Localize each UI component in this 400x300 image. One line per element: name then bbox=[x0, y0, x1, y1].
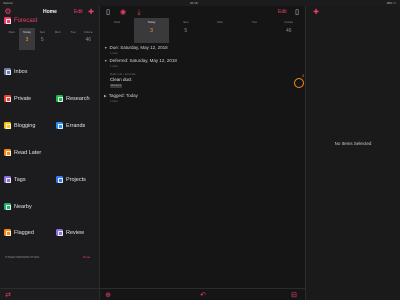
section-tagged-count: 1 item bbox=[110, 99, 119, 103]
forecast-day-future[interactable]: Future 46 bbox=[81, 28, 96, 50]
undo-icon[interactable]: ↶ bbox=[199, 291, 207, 299]
forecast-day-mon[interactable]: Mon bbox=[50, 28, 65, 50]
review-icon bbox=[56, 229, 63, 236]
main-day-future[interactable]: Future 46 bbox=[272, 18, 306, 43]
main-forecast-strip: Past Today 3 Sun 5 Mon Tue Future 46 bbox=[100, 18, 306, 43]
task-meta: Daily Life • Errands bbox=[110, 72, 136, 76]
main-bottom-toolbar: ⊕ ↶ ⊟ bbox=[100, 288, 306, 300]
sidebar-bottom-toolbar: ⇄ bbox=[0, 288, 99, 300]
sidebar-item-flagged[interactable]: Flagged bbox=[4, 229, 34, 236]
main-pane: ▯ ◉ ⤓ Edit ▯ Past Today 3 Sun 5 Mon Tue Fu… bbox=[100, 6, 306, 300]
other-perspectives-done-button[interactable]: Done bbox=[83, 255, 90, 259]
sidebar-item-errands[interactable]: Errands bbox=[56, 122, 85, 129]
inbox-tray-icon[interactable]: ⊟ bbox=[290, 291, 298, 299]
pin-icon[interactable]: ✚ bbox=[312, 8, 320, 16]
inspector-empty-message: No Items Selected bbox=[334, 141, 372, 146]
sidebar-item-tags[interactable]: Tags bbox=[4, 176, 26, 183]
inbox-icon bbox=[4, 68, 11, 75]
sidebar-item-projects[interactable]: Projects bbox=[56, 176, 86, 183]
sidebar-item-forecast[interactable]: Forecast bbox=[4, 17, 37, 24]
flag-icon bbox=[4, 229, 11, 236]
sidebar-item-research[interactable]: Research bbox=[56, 95, 90, 102]
section-due-count: 1 item bbox=[110, 51, 119, 55]
disclosure-down-icon: ▼ bbox=[104, 59, 108, 63]
section-tagged[interactable]: ▶ Tagged: Today bbox=[104, 93, 138, 98]
pin-icon[interactable]: ✚ bbox=[87, 8, 95, 16]
sidebar-item-private[interactable]: Private bbox=[4, 95, 31, 102]
task-tag-chip: Weekend bbox=[110, 84, 122, 88]
main-edit-button[interactable]: Edit bbox=[278, 9, 287, 15]
inspector-toolbar: ✚ bbox=[306, 6, 400, 18]
forecast-icon bbox=[4, 17, 11, 24]
forecast-strip: Past Today 3 Sun 5 Mon Tue Future 46 bbox=[4, 28, 96, 50]
clean-up-icon[interactable]: ⤓ bbox=[135, 8, 143, 16]
forecast-day-tue[interactable]: Tue bbox=[65, 28, 80, 50]
research-icon bbox=[56, 95, 63, 102]
task-badge-count: 3 bbox=[302, 74, 304, 78]
main-day-sun[interactable]: Sun 5 bbox=[169, 18, 203, 43]
gear-icon[interactable]: ⚙ bbox=[4, 8, 12, 16]
tags-icon bbox=[4, 176, 11, 183]
sidebar-item-blogging[interactable]: Blogging bbox=[4, 122, 35, 129]
section-deferred[interactable]: ▼ Deferred: Saturday, May 12, 2018 bbox=[104, 58, 177, 63]
read-later-icon bbox=[4, 149, 11, 156]
battery-label: 18% ▭ bbox=[386, 1, 396, 5]
sidebar-title: Home bbox=[43, 9, 57, 15]
disclosure-down-icon: ▼ bbox=[104, 46, 108, 50]
task-checkbox[interactable] bbox=[294, 78, 304, 88]
carrier-label: Verizon bbox=[3, 1, 14, 5]
sidebar-toggle-icon[interactable]: ▯ bbox=[104, 8, 112, 16]
sidebar-item-nearby[interactable]: Nearby bbox=[4, 203, 32, 210]
other-perspectives-label: OTHER PERSPECTIVES bbox=[5, 255, 40, 259]
forecast-day-past[interactable]: Past bbox=[4, 28, 19, 50]
main-day-today[interactable]: Today 3 bbox=[134, 18, 169, 43]
house-icon bbox=[4, 95, 11, 102]
forecast-day-sun[interactable]: Sun 5 bbox=[35, 28, 50, 50]
inspector-pane: ✚ No Items Selected bbox=[306, 6, 400, 300]
sync-icon[interactable]: ⇄ bbox=[4, 291, 12, 299]
main-day-tue[interactable]: Tue bbox=[237, 18, 271, 43]
projects-icon bbox=[56, 176, 63, 183]
section-deferred-count: 1 item bbox=[110, 64, 119, 68]
main-day-mon[interactable]: Mon bbox=[203, 18, 237, 43]
forecast-day-today[interactable]: Today 3 bbox=[19, 28, 35, 50]
forecast-label: Forecast bbox=[14, 17, 38, 24]
sidebar-item-read-later[interactable]: Read Later bbox=[4, 149, 41, 156]
errands-icon bbox=[56, 122, 63, 129]
sidebar-edit-button[interactable]: Edit bbox=[74, 9, 83, 15]
blogging-icon bbox=[4, 122, 11, 129]
nearby-icon bbox=[4, 203, 11, 210]
task-title[interactable]: Clean duct bbox=[110, 77, 132, 82]
section-due[interactable]: ▼ Due: Saturday, May 12, 2018 bbox=[104, 45, 168, 50]
sidebar: ⚙ Home Edit ✚ Forecast Past Today 3 Sun 5 … bbox=[0, 6, 100, 300]
eye-icon[interactable]: ◉ bbox=[119, 8, 127, 16]
sidebar-item-review[interactable]: Review bbox=[56, 229, 84, 236]
disclosure-right-icon: ▶ bbox=[104, 94, 107, 98]
add-icon[interactable]: ⊕ bbox=[104, 291, 112, 299]
main-toolbar: ▯ ◉ ⤓ Edit ▯ bbox=[100, 6, 305, 18]
inspector-toggle-icon[interactable]: ▯ bbox=[293, 8, 301, 16]
clock-label: 20:18 bbox=[190, 1, 198, 5]
sidebar-item-inbox[interactable]: Inbox bbox=[4, 68, 27, 75]
main-day-past[interactable]: Past bbox=[100, 18, 134, 43]
